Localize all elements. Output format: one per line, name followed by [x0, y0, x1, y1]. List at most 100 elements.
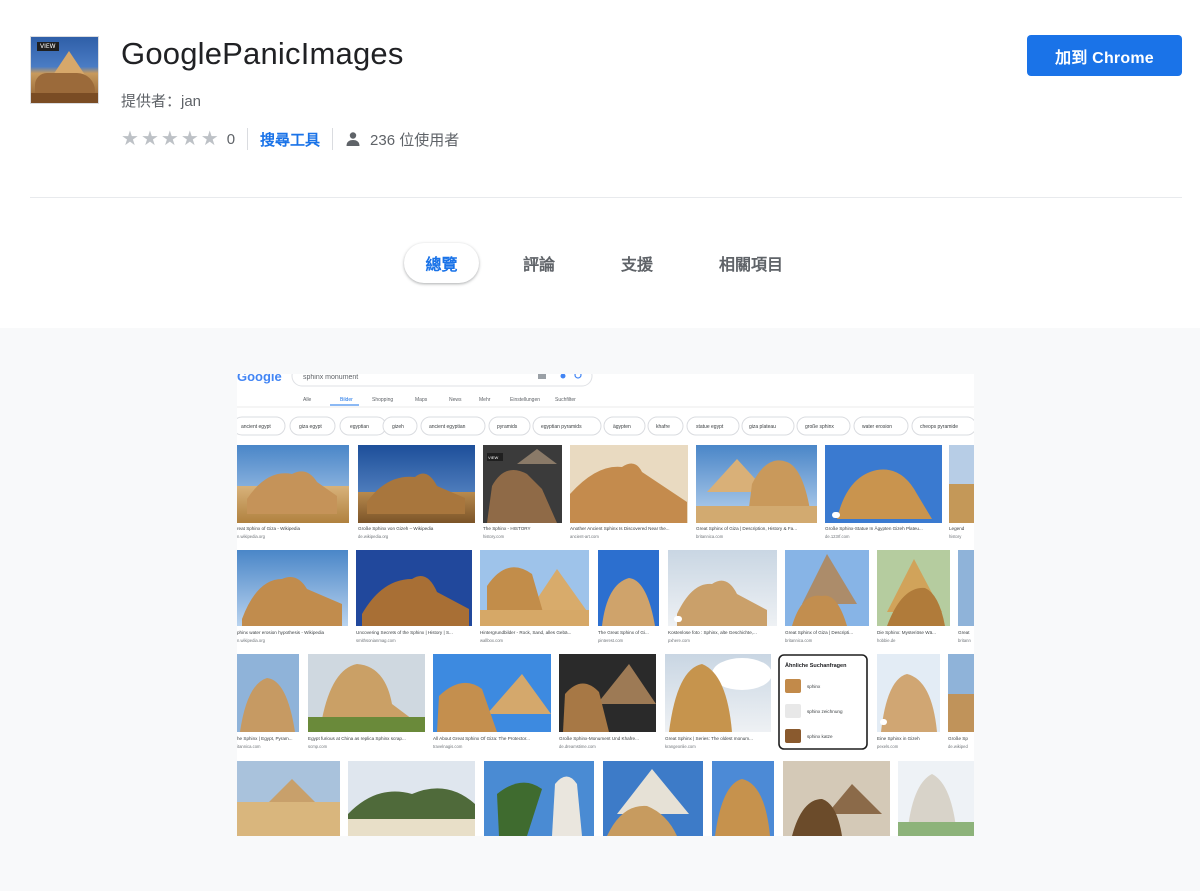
svg-text:sphinx katze: sphinx katze — [807, 734, 833, 739]
user-icon — [346, 132, 360, 146]
svg-text:Egypt furious at China as repl: Egypt furious at China as replica Sphinx… — [308, 736, 406, 741]
svg-text:pinterest.com: pinterest.com — [598, 638, 624, 643]
star-icon: ★ — [140, 128, 159, 150]
search-tab: News — [449, 397, 462, 403]
search-tab: Shopping — [372, 397, 393, 403]
svg-text:ancient egypt: ancient egypt — [241, 424, 271, 430]
svg-text:itannica.com: itannica.com — [237, 744, 261, 749]
related-chips: ancient egypt giza egypt egyptian gizeh … — [237, 416, 974, 436]
search-tab: Alle — [303, 397, 312, 403]
svg-text:Great: Great — [958, 630, 970, 635]
svg-text:ägypten: ägypten — [613, 424, 631, 430]
svg-text:statue egypt: statue egypt — [696, 424, 724, 430]
svg-text:water erosion: water erosion — [862, 424, 892, 430]
rating-count[interactable]: 0 — [227, 131, 235, 148]
user-count: 236 位使用者 — [370, 131, 460, 149]
svg-text:giza egypt: giza egypt — [299, 424, 322, 430]
search-tab: Suchfilter — [555, 397, 576, 403]
search-tab: Mehr — [479, 397, 491, 403]
search-query: sphinx monument — [303, 374, 358, 381]
svg-text:Hintergrundbilder - Rock, Sand: Hintergrundbilder - Rock, Sand, alles Ge… — [480, 630, 571, 635]
svg-text:gizeh: gizeh — [392, 424, 404, 430]
tab-overview[interactable]: 總覽 — [404, 243, 479, 283]
svg-text:All About Great Sphinx Of Giza: All About Great Sphinx Of Giza: The Prot… — [433, 736, 530, 741]
rating-stars[interactable]: ★ ★ ★ ★ ★ — [121, 129, 219, 149]
image-row-4 — [237, 761, 974, 836]
star-icon: ★ — [160, 128, 179, 150]
svg-text:ancient-art.com: ancient-art.com — [570, 534, 599, 539]
svg-text:n.wikipedia.org: n.wikipedia.org — [237, 534, 266, 539]
svg-text:reat Sphinx of Giza - Wikipedi: reat Sphinx of Giza - Wikipedia — [237, 526, 301, 531]
image-row-2: phinx water erosion hypothesis - Wikiped… — [237, 550, 974, 643]
svg-text:Another Ancient Sphinx Is Disc: Another Ancient Sphinx Is Discovered Nea… — [570, 526, 670, 531]
extension-icon: VIEW — [30, 36, 99, 104]
svg-text:Uncovering Secrets of the Sphi: Uncovering Secrets of the Sphinx | Histo… — [356, 630, 453, 635]
svg-text:giza plateau: giza plateau — [749, 424, 776, 430]
svg-text:he Sphinx | Egypt, Pyram...: he Sphinx | Egypt, Pyram... — [237, 736, 293, 741]
svg-text:britann: britann — [958, 638, 971, 643]
sphinx-shape — [35, 73, 95, 95]
tab-support[interactable]: 支援 — [604, 243, 670, 283]
svg-text:VIEW: VIEW — [488, 455, 498, 460]
category-link[interactable]: 搜尋工具 — [260, 129, 320, 150]
svg-text:Große Sphinx-Statue In Ägypten: Große Sphinx-Statue In Ägypten Gizeh Pla… — [825, 525, 923, 531]
detail-tabs: 總覽 評論 支援 相關項目 — [0, 243, 1200, 285]
screenshot-image[interactable]: Google sphinx monument Alle Bilder Shopp… — [237, 374, 974, 836]
svg-text:phinx water erosion hypothesis: phinx water erosion hypothesis - Wikiped… — [237, 630, 325, 635]
svg-text:history.com: history.com — [483, 534, 505, 539]
svg-text:sphinx zeichnung: sphinx zeichnung — [807, 709, 843, 714]
svg-text:britannica.com: britannica.com — [785, 638, 813, 643]
svg-text:The Great Sphinx of Gi...: The Great Sphinx of Gi... — [598, 630, 649, 635]
svg-text:Eine Sphinx in Gizeh: Eine Sphinx in Gizeh — [877, 736, 920, 741]
star-icon: ★ — [180, 128, 199, 150]
svg-text:Die Sphinx: Mysteriöse Wä...: Die Sphinx: Mysteriöse Wä... — [877, 630, 936, 635]
search-tab: Einstellungen — [510, 397, 540, 403]
svg-text:pexels.com: pexels.com — [877, 744, 899, 749]
meta-row: ★ ★ ★ ★ ★ 0 搜尋工具 236 位使用者 — [121, 128, 459, 150]
extension-header: VIEW GooglePanicImages 提供者：jan ★ ★ ★ ★ ★… — [0, 0, 1200, 198]
star-icon: ★ — [200, 128, 219, 150]
svg-text:große sphinx: große sphinx — [805, 424, 834, 430]
svg-text:Kostenlose foto : Sphinx, alte: Kostenlose foto : Sphinx, alte Geschicht… — [668, 630, 757, 635]
svg-text:Große Sphinx-Monument Und Khaf: Große Sphinx-Monument Und Khafre... — [559, 736, 639, 741]
svg-text:pxhere.com: pxhere.com — [668, 638, 690, 643]
divider — [332, 128, 334, 150]
svg-text:sphinx: sphinx — [807, 684, 821, 689]
image-row-1: VIEW reat Sphinx of Giza - Wikipedia Gro… — [237, 445, 974, 539]
svg-text:history: history — [949, 534, 962, 539]
svg-text:hobbie.de: hobbie.de — [877, 638, 896, 643]
svg-text:de.wikiped: de.wikiped — [948, 744, 968, 749]
svg-text:pyramids: pyramids — [497, 424, 518, 430]
add-to-chrome-button[interactable]: 加到 Chrome — [1027, 35, 1182, 76]
svg-text:Große Sp: Große Sp — [948, 736, 968, 741]
svg-text:egyptian: egyptian — [350, 424, 369, 430]
header-divider — [30, 197, 1182, 198]
svg-text:The Sphinx - HISTORY: The Sphinx - HISTORY — [483, 526, 531, 531]
view-badge: VIEW — [37, 42, 59, 51]
google-logo: Google — [237, 374, 282, 384]
svg-text:cheops pyramide: cheops pyramide — [920, 424, 958, 430]
svg-text:scmp.com: scmp.com — [308, 744, 328, 749]
ground-shape — [31, 93, 98, 103]
svg-text:de.dreamstime.com: de.dreamstime.com — [559, 744, 596, 749]
svg-text:Große Sphinx von Gizeh – Wikip: Große Sphinx von Gizeh – Wikipedia — [358, 526, 434, 531]
image-row-3: Ähnliche Suchanfragen sphinx sphinx zeic… — [237, 654, 974, 750]
svg-text:smithsonianmag.com: smithsonianmag.com — [356, 638, 396, 643]
tab-related[interactable]: 相關項目 — [706, 243, 796, 283]
svg-text:travelnagis.com: travelnagis.com — [433, 744, 463, 749]
tab-reviews[interactable]: 評論 — [506, 243, 572, 283]
svg-text:Great Sphinx | Series: The old: Great Sphinx | Series: The oldest monum.… — [665, 736, 753, 741]
svg-text:khafre: khafre — [656, 424, 670, 430]
svg-text:krangeonlie.com: krangeonlie.com — [665, 744, 696, 749]
svg-text:de.wikipedia.org: de.wikipedia.org — [358, 534, 389, 539]
search-tab: Bilder — [340, 397, 353, 403]
svg-text:egyptian pyramids: egyptian pyramids — [541, 424, 582, 430]
svg-text:Great Sphinx of Giza | Descrip: Great Sphinx of Giza | Description, Hist… — [696, 526, 797, 531]
related-searches-title: Ähnliche Suchanfragen — [785, 662, 847, 669]
divider — [247, 128, 249, 150]
svg-text:britannica.com: britannica.com — [696, 534, 724, 539]
search-tab: Maps — [415, 397, 428, 403]
svg-text:Legend: Legend — [949, 526, 965, 531]
svg-text:Great Sphinx of Giza | Descrip: Great Sphinx of Giza | Descripti... — [785, 630, 853, 635]
svg-text:de.123rf.com: de.123rf.com — [825, 534, 850, 539]
